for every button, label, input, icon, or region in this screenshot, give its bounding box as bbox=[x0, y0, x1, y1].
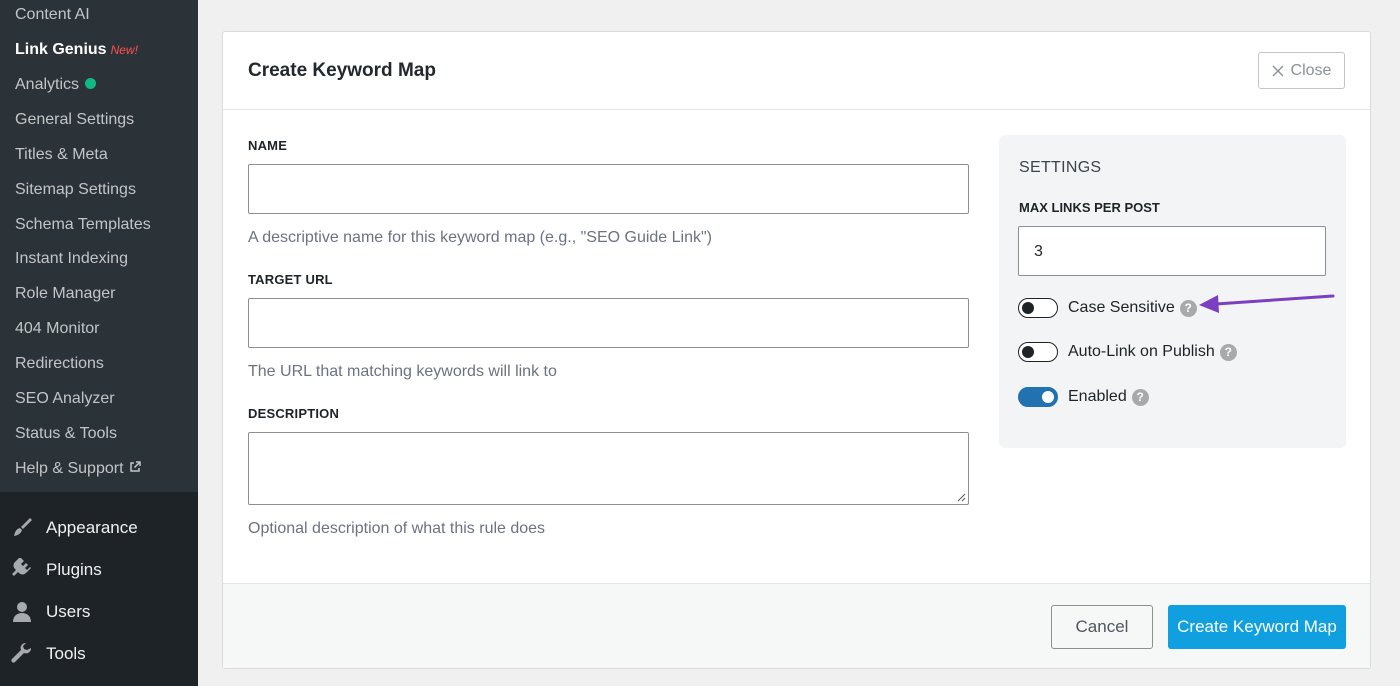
wrench-icon bbox=[11, 642, 32, 663]
cancel-button[interactable]: Cancel bbox=[1051, 605, 1153, 649]
auto-link-label: Auto-Link on Publish bbox=[1068, 343, 1215, 360]
submenu-item-label: General Settings bbox=[15, 111, 135, 128]
auto-link-toggle[interactable] bbox=[1018, 342, 1058, 362]
toggle-knob bbox=[1022, 302, 1034, 314]
submenu-item-general-settings[interactable]: General Settings bbox=[15, 110, 134, 130]
admin-sidebar: Content AI Link Genius New! Analytics Gen… bbox=[0, 0, 198, 686]
close-icon bbox=[1272, 65, 1284, 76]
description-textarea[interactable] bbox=[248, 432, 969, 505]
create-keyword-map-button[interactable]: Create Keyword Map bbox=[1168, 605, 1346, 649]
menu-item-label: Appearance bbox=[46, 518, 138, 537]
settings-title: SETTINGS bbox=[1019, 159, 1102, 176]
description-help-text: Optional description of what this rule d… bbox=[248, 520, 546, 537]
modal-footer: Cancel Create Keyword Map bbox=[223, 583, 1370, 668]
max-links-input[interactable]: 3 bbox=[1018, 226, 1326, 276]
submenu-item-label: Schema Templates bbox=[15, 216, 151, 233]
plugin-icon bbox=[12, 558, 31, 576]
submenu-item-label: Link Genius bbox=[15, 41, 107, 58]
target-url-input[interactable] bbox=[248, 298, 969, 348]
submenu-item-label: Redirections bbox=[15, 355, 104, 372]
close-button[interactable]: Close bbox=[1258, 52, 1345, 89]
close-button-label: Close bbox=[1290, 61, 1332, 79]
submenu-item-sitemap-settings[interactable]: Sitemap Settings bbox=[15, 180, 136, 200]
case-sensitive-toggle[interactable] bbox=[1018, 298, 1058, 318]
enabled-label: Enabled bbox=[1068, 388, 1127, 405]
create-keyword-map-modal: Create Keyword Map Close NAME A descript… bbox=[222, 31, 1371, 669]
toggle-knob bbox=[1042, 391, 1054, 403]
target-url-help-text: The URL that matching keywords will link… bbox=[248, 363, 557, 380]
resize-handle-icon[interactable] bbox=[956, 492, 966, 502]
target-url-label: TARGET URL bbox=[248, 272, 333, 287]
menu-item-plugins[interactable]: Plugins bbox=[10, 556, 102, 584]
menu-item-users[interactable]: Users bbox=[10, 598, 90, 626]
submenu-item-label: Analytics bbox=[15, 76, 80, 93]
name-label: NAME bbox=[248, 138, 288, 153]
submenu-item-label: 404 Monitor bbox=[15, 320, 100, 337]
submenu-item-instant-indexing[interactable]: Instant Indexing bbox=[15, 249, 128, 269]
auto-link-row: Auto-Link on Publish ? bbox=[1018, 341, 1237, 363]
submenu-item-titles-meta[interactable]: Titles & Meta bbox=[15, 145, 108, 165]
status-dot-icon bbox=[85, 78, 97, 90]
external-link-icon bbox=[129, 459, 141, 479]
submenu-item-label: SEO Analyzer bbox=[15, 390, 115, 407]
case-sensitive-label: Case Sensitive bbox=[1068, 299, 1175, 316]
submenu-item-link-genius[interactable]: Link Genius New! bbox=[15, 40, 138, 60]
submenu-item-label: Titles & Meta bbox=[15, 146, 108, 163]
user-icon bbox=[13, 602, 31, 622]
menu-item-label: Plugins bbox=[46, 560, 102, 579]
help-icon[interactable]: ? bbox=[1131, 388, 1149, 406]
submenu-item-status-tools[interactable]: Status & Tools bbox=[15, 424, 117, 444]
name-input[interactable] bbox=[248, 164, 969, 214]
submenu-item-schema-templates[interactable]: Schema Templates bbox=[15, 215, 151, 235]
submenu-item-redirections[interactable]: Redirections bbox=[15, 354, 104, 374]
submenu-item-analytics[interactable]: Analytics bbox=[15, 75, 97, 95]
menu-item-tools[interactable]: Tools bbox=[10, 640, 86, 668]
submenu-item-label: Content AI bbox=[15, 6, 90, 23]
submenu-item-label: Status & Tools bbox=[15, 425, 117, 442]
submenu-item-role-manager[interactable]: Role Manager bbox=[15, 284, 116, 304]
menu-item-label: Tools bbox=[46, 644, 86, 663]
new-badge: New! bbox=[110, 43, 138, 57]
description-label: DESCRIPTION bbox=[248, 406, 340, 421]
max-links-label: MAX LINKS PER POST bbox=[1019, 200, 1160, 215]
menu-item-appearance[interactable]: Appearance bbox=[10, 514, 138, 542]
submenu-item-help-support[interactable]: Help & Support bbox=[15, 459, 141, 479]
submenu-item-label: Help & Support bbox=[15, 460, 124, 478]
submenu-item-seo-analyzer[interactable]: SEO Analyzer bbox=[15, 389, 115, 409]
submenu-item-content-ai[interactable]: Content AI bbox=[15, 5, 90, 25]
help-icon[interactable]: ? bbox=[1219, 343, 1237, 361]
paintbrush-icon bbox=[14, 518, 32, 536]
toggle-knob bbox=[1022, 346, 1034, 358]
rank-math-submenu: Content AI Link Genius New! Analytics Gen… bbox=[0, 0, 198, 492]
name-help-text: A descriptive name for this keyword map … bbox=[248, 229, 712, 246]
submenu-item-404-monitor[interactable]: 404 Monitor bbox=[15, 319, 100, 339]
case-sensitive-row: Case Sensitive ? bbox=[1018, 297, 1197, 319]
enabled-toggle[interactable] bbox=[1018, 387, 1058, 407]
submenu-item-label: Role Manager bbox=[15, 285, 116, 302]
modal-title: Create Keyword Map bbox=[248, 60, 436, 81]
submenu-item-label: Instant Indexing bbox=[15, 250, 128, 267]
menu-item-label: Users bbox=[46, 602, 91, 621]
submenu-item-label: Sitemap Settings bbox=[15, 181, 136, 198]
annotation-arrow-icon bbox=[1199, 294, 1335, 313]
enabled-row: Enabled ? bbox=[1018, 386, 1149, 408]
modal-header: Create Keyword Map Close bbox=[223, 32, 1370, 110]
